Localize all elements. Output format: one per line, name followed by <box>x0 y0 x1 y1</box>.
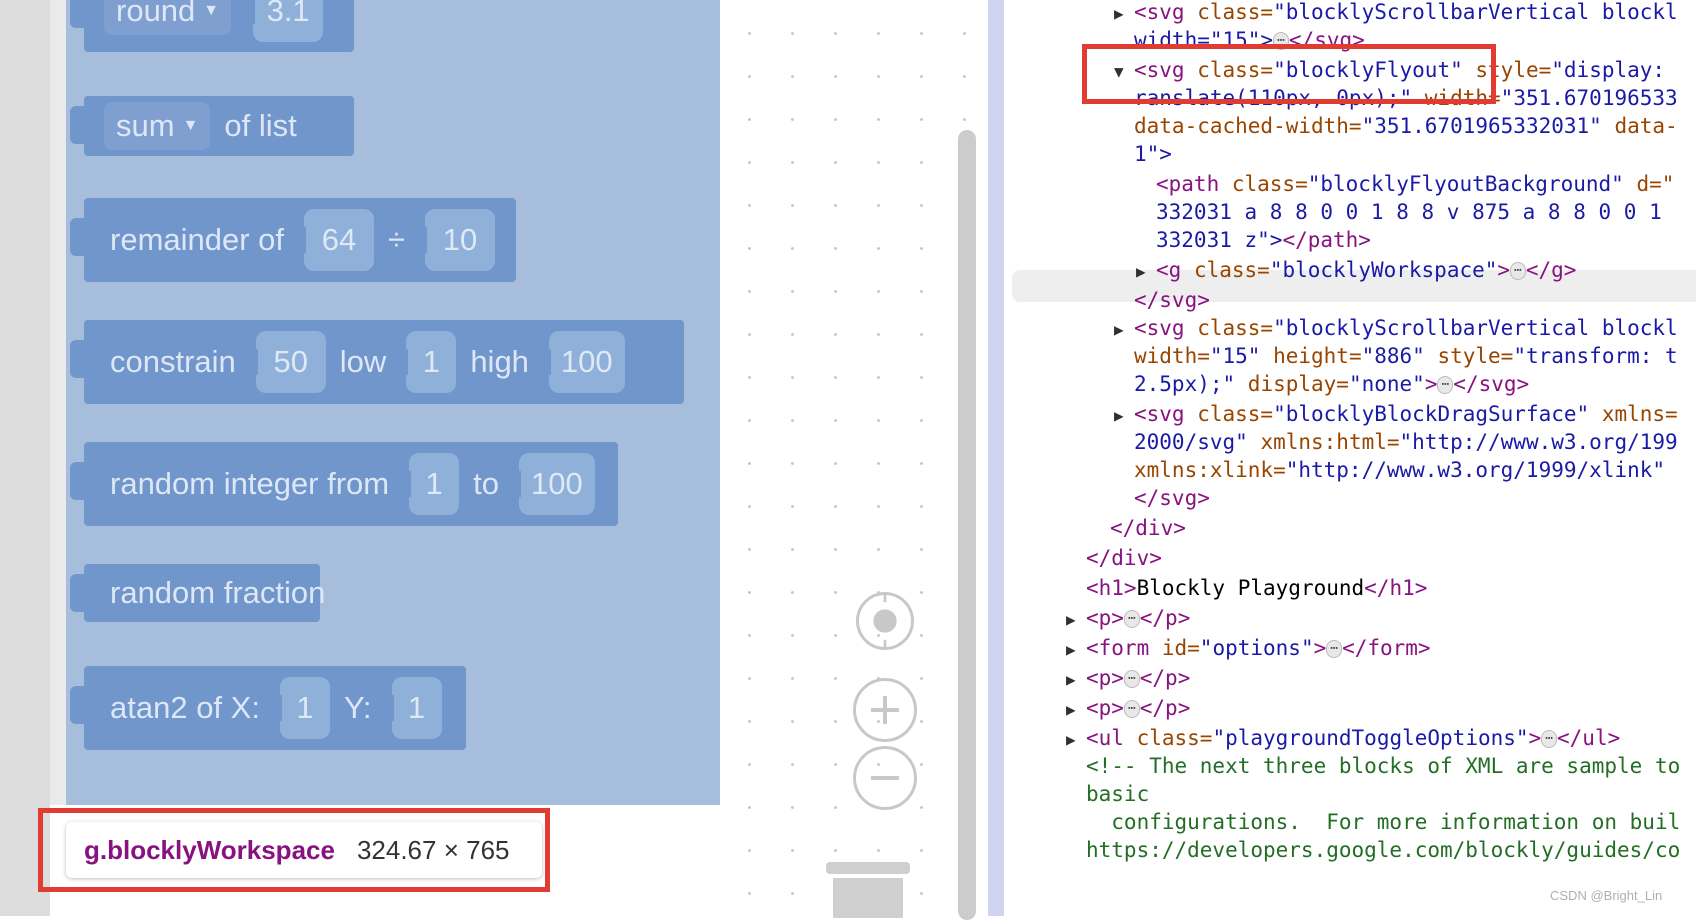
devtools-elements-panel: ▶ <svg class="blocklyScrollbarVertical bl… <box>1004 0 1696 916</box>
math-modulo-block[interactable]: remainder of 64 ÷ 10 <box>70 198 516 282</box>
panel-divider[interactable] <box>988 0 1004 916</box>
number-input[interactable]: 3.1 <box>245 0 324 42</box>
blockly-flyout[interactable]: round ▼ 3.1 sum ▼ of list remainder of 64 … <box>50 0 720 805</box>
operator-label: ÷ <box>388 222 406 257</box>
target-icon[interactable] <box>856 592 914 650</box>
block-label: remainder of <box>110 222 285 257</box>
dom-node-line[interactable]: </svg> <box>1134 288 1210 312</box>
dom-node-line[interactable]: <path class="blocklyFlyoutBackground" d=… <box>1156 172 1674 196</box>
math-random-int-block[interactable]: random integer from 1 to 100 <box>70 442 618 526</box>
expand-triangle-icon[interactable]: ▶ <box>1066 670 1086 689</box>
expand-triangle-icon[interactable]: ▶ <box>1114 406 1134 425</box>
dom-node-line[interactable]: data-cached-width="351.6701965332031" da… <box>1134 114 1678 138</box>
block-label: Y: <box>343 690 372 725</box>
expand-triangle-icon[interactable]: ▶ <box>1114 320 1134 339</box>
expand-triangle-icon[interactable]: ▶ <box>1136 262 1156 281</box>
number-input[interactable]: 100 <box>540 331 625 393</box>
ellipsis-icon[interactable]: ⋯ <box>1123 700 1140 718</box>
chevron-down-icon: ▼ <box>182 117 199 134</box>
dom-node-line[interactable]: </div> <box>1110 516 1186 540</box>
annotation-box-tooltip <box>38 808 550 892</box>
block-label: to <box>473 466 499 501</box>
block-label: of list <box>224 108 297 143</box>
toolbox-panel <box>0 0 50 916</box>
dom-comment-line[interactable]: https://developers.google.com/blockly/gu… <box>1086 838 1680 862</box>
number-input[interactable]: 50 <box>247 331 326 393</box>
dom-node-line[interactable]: ▶ <p> ⋯ </p> <box>1066 606 1190 630</box>
dom-node-line[interactable]: ▶ <p> ⋯ </p> <box>1066 696 1190 720</box>
annotation-box-flyout-line <box>1082 44 1496 104</box>
dom-node-line[interactable]: 2.5px);" display="none"> ⋯ </svg> <box>1134 372 1529 396</box>
dom-node-line[interactable]: ▶ <svg class="blocklyBlockDragSurface" xm… <box>1114 402 1678 426</box>
block-label: atan2 of X: <box>110 690 260 725</box>
ellipsis-icon[interactable]: ⋯ <box>1123 670 1140 688</box>
dom-node-line[interactable]: 1"> <box>1134 142 1172 166</box>
number-input[interactable]: 100 <box>511 453 595 515</box>
number-input[interactable]: 1 <box>271 677 330 739</box>
ellipsis-icon[interactable]: ⋯ <box>1326 640 1343 658</box>
plus-icon[interactable] <box>853 678 917 742</box>
number-input[interactable]: 10 <box>417 209 496 271</box>
dom-node-line[interactable]: xmlns:xlink="http://www.w3.org/1999/xlin… <box>1134 458 1665 482</box>
dom-node-line[interactable]: 332031 z"></path> <box>1156 228 1371 252</box>
dom-node-line[interactable]: </div> <box>1086 546 1162 570</box>
expand-triangle-icon[interactable]: ▶ <box>1066 730 1086 749</box>
dom-node-line[interactable]: ▶ <ul class="playgroundToggleOptions"> ⋯ </… <box>1066 726 1620 750</box>
dom-node-line[interactable]: ▶ <svg class="blocklyScrollbarVertical bl… <box>1114 316 1678 340</box>
dom-node-line[interactable]: ▶ <p> ⋯ </p> <box>1066 666 1190 690</box>
math-atan2-block[interactable]: atan2 of X: 1 Y: 1 <box>70 666 466 750</box>
workspace-scrollbar[interactable] <box>958 130 976 920</box>
number-input[interactable]: 64 <box>296 209 375 271</box>
dom-node-line[interactable]: width="15" height="886" style="transform… <box>1134 344 1678 368</box>
expand-triangle-icon[interactable]: ▶ <box>1066 640 1086 659</box>
round-dropdown[interactable]: round ▼ <box>104 0 232 35</box>
ellipsis-icon[interactable]: ⋯ <box>1123 610 1140 628</box>
expand-triangle-icon[interactable]: ▶ <box>1066 700 1086 719</box>
watermark: CSDN @Bright_Lin <box>1550 888 1663 903</box>
number-input[interactable]: 1 <box>398 331 457 393</box>
dom-node-line[interactable]: 2000/svg" xmlns:html="http://www.w3.org/… <box>1134 430 1678 454</box>
dom-comment-line[interactable]: basic <box>1086 782 1149 806</box>
expand-triangle-icon[interactable]: ▶ <box>1114 4 1134 23</box>
math-random-float-block[interactable]: random fraction <box>70 564 325 622</box>
ellipsis-icon[interactable]: ⋯ <box>1437 376 1454 394</box>
ellipsis-icon[interactable]: ⋯ <box>1510 262 1526 280</box>
math-round-block[interactable]: round ▼ 3.1 <box>70 0 354 52</box>
dom-node-line-selected[interactable]: ▶ <g class="blocklyWorkspace"> ⋯ </g> <box>1136 258 1576 282</box>
math-on-list-block[interactable]: sum ▼ of list <box>70 96 354 156</box>
expand-triangle-icon[interactable]: ▶ <box>1066 610 1086 629</box>
block-label: high <box>470 344 529 379</box>
dom-node-line[interactable]: ▶ <svg class="blocklyScrollbarVertical bl… <box>1114 0 1678 24</box>
dom-comment-line[interactable]: configurations. For more information on … <box>1086 810 1680 834</box>
chevron-down-icon: ▼ <box>203 2 220 19</box>
trash-icon[interactable] <box>826 862 910 922</box>
minus-icon[interactable] <box>853 746 917 810</box>
ellipsis-icon[interactable]: ⋯ <box>1541 730 1558 748</box>
number-input[interactable]: 1 <box>401 453 460 515</box>
dom-node-line[interactable]: 332031 a 8 8 0 0 1 8 8 v 875 a 8 8 0 0 1 <box>1156 200 1662 224</box>
math-constrain-block[interactable]: constrain 50 low 1 high 100 <box>70 320 684 404</box>
dom-comment-line[interactable]: <!-- The next three blocks of XML are sa… <box>1086 754 1680 778</box>
block-label: random integer from <box>110 466 390 501</box>
sum-dropdown[interactable]: sum ▼ <box>104 102 211 150</box>
dom-node-line[interactable]: ▶ <form id="options"> ⋯ </form> <box>1066 636 1431 660</box>
block-label: random fraction <box>110 575 326 610</box>
block-label: low <box>339 344 387 379</box>
dom-node-line[interactable]: <h1>Blockly Playground</h1> <box>1086 576 1427 600</box>
block-label: constrain <box>110 344 236 379</box>
dom-node-line[interactable]: </svg> <box>1134 486 1210 510</box>
number-input[interactable]: 1 <box>383 677 442 739</box>
